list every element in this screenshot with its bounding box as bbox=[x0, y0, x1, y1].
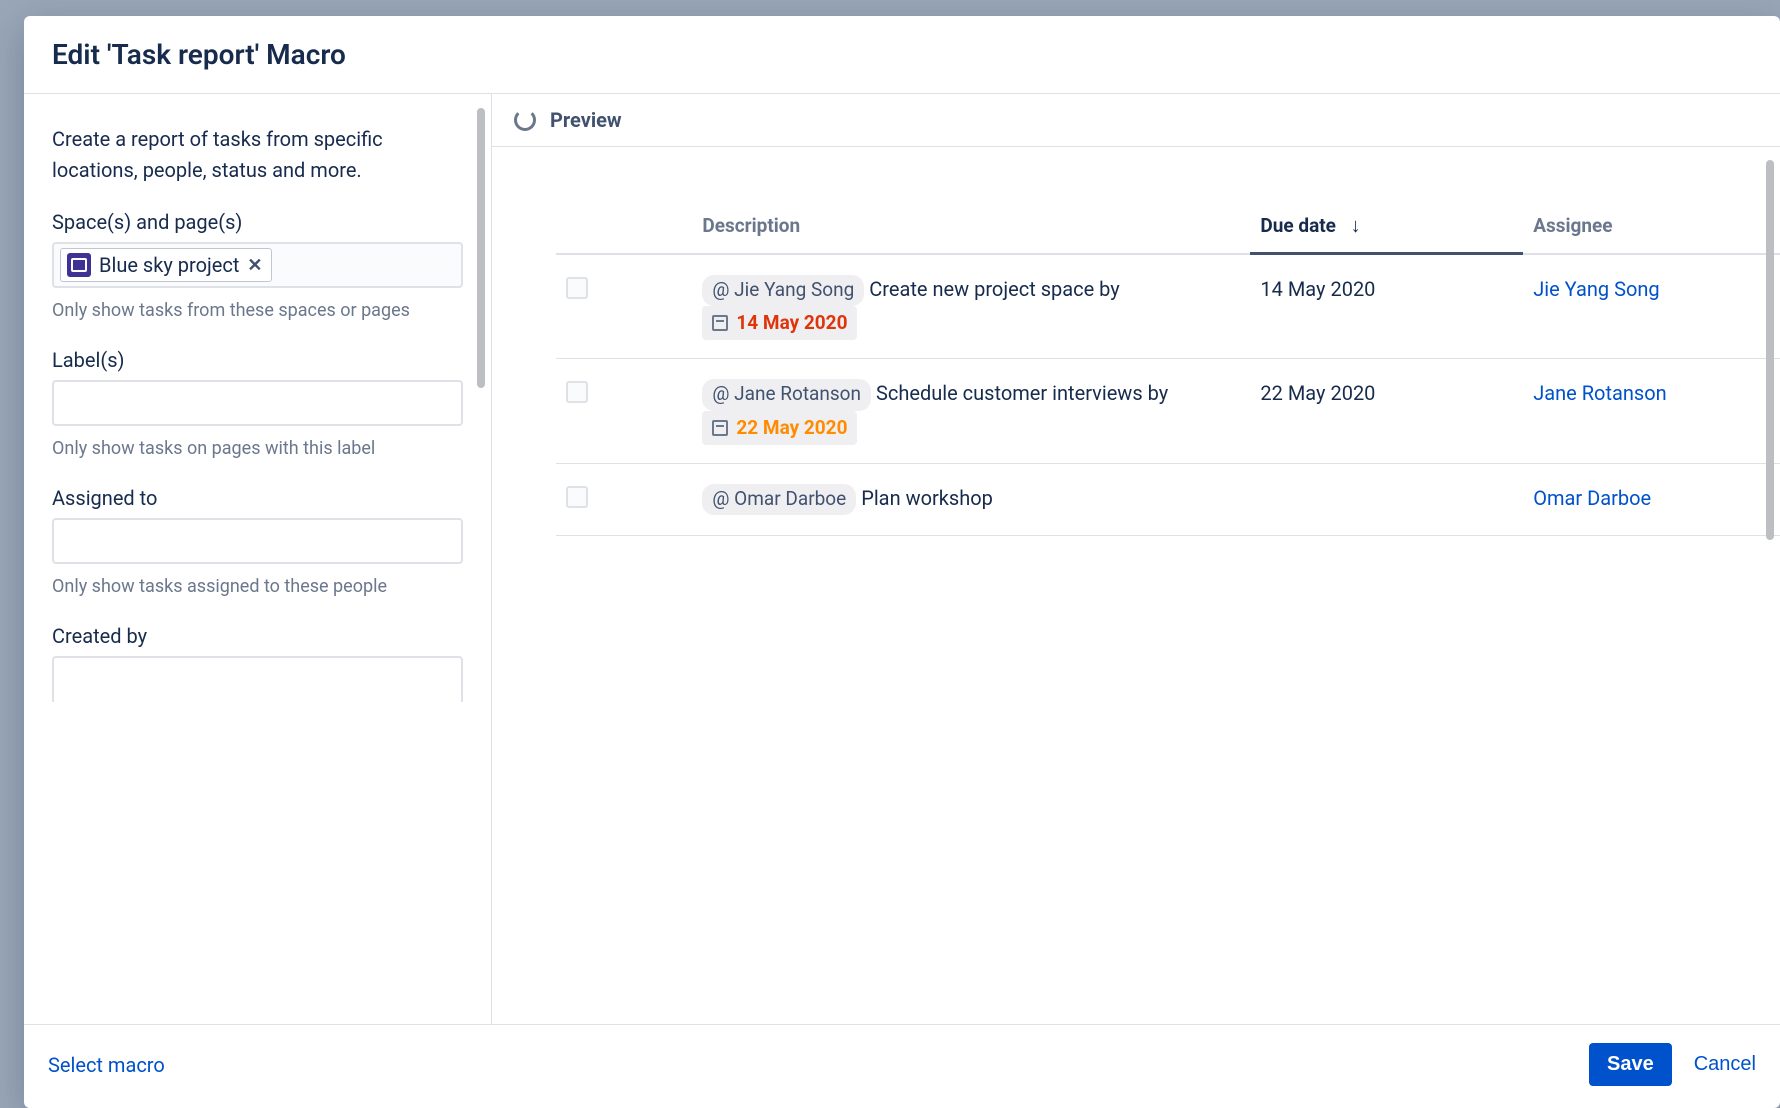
assignee-link[interactable]: Omar Darboe bbox=[1533, 486, 1651, 510]
mention[interactable]: @ Jane Rotanson bbox=[702, 379, 871, 410]
task-text: Plan workshop bbox=[861, 486, 993, 510]
dialog-title: Edit 'Task report' Macro bbox=[52, 38, 1752, 71]
field-label: Assigned to bbox=[52, 486, 463, 510]
calendar-icon bbox=[712, 420, 728, 436]
field-created: Created by bbox=[52, 624, 463, 702]
col-due-date[interactable]: Due date ↓ bbox=[1250, 199, 1523, 254]
space-token-label: Blue sky project bbox=[99, 253, 239, 277]
due-date bbox=[1250, 464, 1523, 536]
field-help: Only show tasks on pages with this label bbox=[52, 436, 463, 462]
preview-header: Preview bbox=[492, 94, 1780, 147]
field-help: Only show tasks assigned to these people bbox=[52, 574, 463, 600]
calendar-icon bbox=[712, 315, 728, 331]
due-date: 22 May 2020 bbox=[1250, 359, 1523, 464]
form-panel: Create a report of tasks from specific l… bbox=[24, 94, 492, 1024]
assignee-link[interactable]: Jie Yang Song bbox=[1533, 277, 1659, 301]
due-date: 14 May 2020 bbox=[1250, 254, 1523, 359]
field-assigned: Assigned to Only show tasks assigned to … bbox=[52, 486, 463, 600]
preview-title: Preview bbox=[550, 108, 622, 132]
edit-macro-dialog: Edit 'Task report' Macro Create a report… bbox=[24, 16, 1780, 1108]
field-label: Created by bbox=[52, 624, 463, 648]
field-help: Only show tasks from these spaces or pag… bbox=[52, 298, 463, 324]
field-labels: Label(s) Only show tasks on pages with t… bbox=[52, 348, 463, 462]
select-macro-link[interactable]: Select macro bbox=[48, 1053, 165, 1077]
assignee-link[interactable]: Jane Rotanson bbox=[1533, 381, 1667, 405]
mention[interactable]: @ Jie Yang Song bbox=[702, 275, 864, 306]
dialog-header: Edit 'Task report' Macro bbox=[24, 16, 1780, 94]
remove-token-icon[interactable]: ✕ bbox=[247, 255, 262, 276]
badge-date: 22 May 2020 bbox=[736, 413, 847, 443]
col-due-label: Due date bbox=[1260, 214, 1336, 237]
task-description: @ Jie Yang Song Create new project space… bbox=[692, 254, 1250, 359]
refresh-icon[interactable] bbox=[514, 109, 536, 131]
preview-body: Description Due date ↓ Assignee bbox=[492, 147, 1780, 1024]
field-spaces: Space(s) and page(s) Blue sky project ✕ … bbox=[52, 210, 463, 324]
task-description: @ Omar Darboe Plan workshop bbox=[692, 464, 1250, 536]
save-button[interactable]: Save bbox=[1589, 1043, 1672, 1086]
assigned-input[interactable] bbox=[52, 518, 463, 564]
task-checkbox[interactable] bbox=[566, 486, 588, 508]
col-assignee[interactable]: Assignee bbox=[1523, 199, 1780, 254]
table-row: @ Jie Yang Song Create new project space… bbox=[556, 254, 1780, 359]
form-intro: Create a report of tasks from specific l… bbox=[52, 124, 463, 186]
created-input[interactable] bbox=[52, 656, 463, 702]
preview-panel: Preview Description Due date ↓ Assignee bbox=[492, 94, 1780, 1024]
dialog-footer: Select macro Save Cancel bbox=[24, 1024, 1780, 1108]
space-icon bbox=[67, 253, 91, 277]
table-row: @ Jane Rotanson Schedule customer interv… bbox=[556, 359, 1780, 464]
date-badge: 22 May 2020 bbox=[702, 411, 857, 445]
cancel-button[interactable]: Cancel bbox=[1694, 1053, 1756, 1076]
task-text: Create new project space by bbox=[869, 277, 1119, 301]
badge-date: 14 May 2020 bbox=[736, 308, 847, 338]
date-badge: 14 May 2020 bbox=[702, 306, 857, 340]
footer-actions: Save Cancel bbox=[1589, 1043, 1756, 1086]
task-checkbox[interactable] bbox=[566, 277, 588, 299]
task-checkbox[interactable] bbox=[566, 381, 588, 403]
sort-down-icon: ↓ bbox=[1351, 213, 1361, 237]
task-description: @ Jane Rotanson Schedule customer interv… bbox=[692, 359, 1250, 464]
labels-input[interactable] bbox=[52, 380, 463, 426]
space-token: Blue sky project ✕ bbox=[60, 248, 272, 282]
scrollbar[interactable] bbox=[477, 108, 485, 388]
scrollbar[interactable] bbox=[1766, 160, 1774, 540]
tasks-table: Description Due date ↓ Assignee bbox=[556, 199, 1780, 536]
mention[interactable]: @ Omar Darboe bbox=[702, 484, 856, 515]
field-label: Space(s) and page(s) bbox=[52, 210, 463, 234]
table-row: @ Omar Darboe Plan workshop Omar Darboe bbox=[556, 464, 1780, 536]
field-label: Label(s) bbox=[52, 348, 463, 372]
col-description[interactable]: Description bbox=[692, 199, 1250, 254]
task-text: Schedule customer interviews by bbox=[876, 381, 1168, 405]
dialog-body: Create a report of tasks from specific l… bbox=[24, 94, 1780, 1024]
spaces-input[interactable]: Blue sky project ✕ bbox=[52, 242, 463, 288]
